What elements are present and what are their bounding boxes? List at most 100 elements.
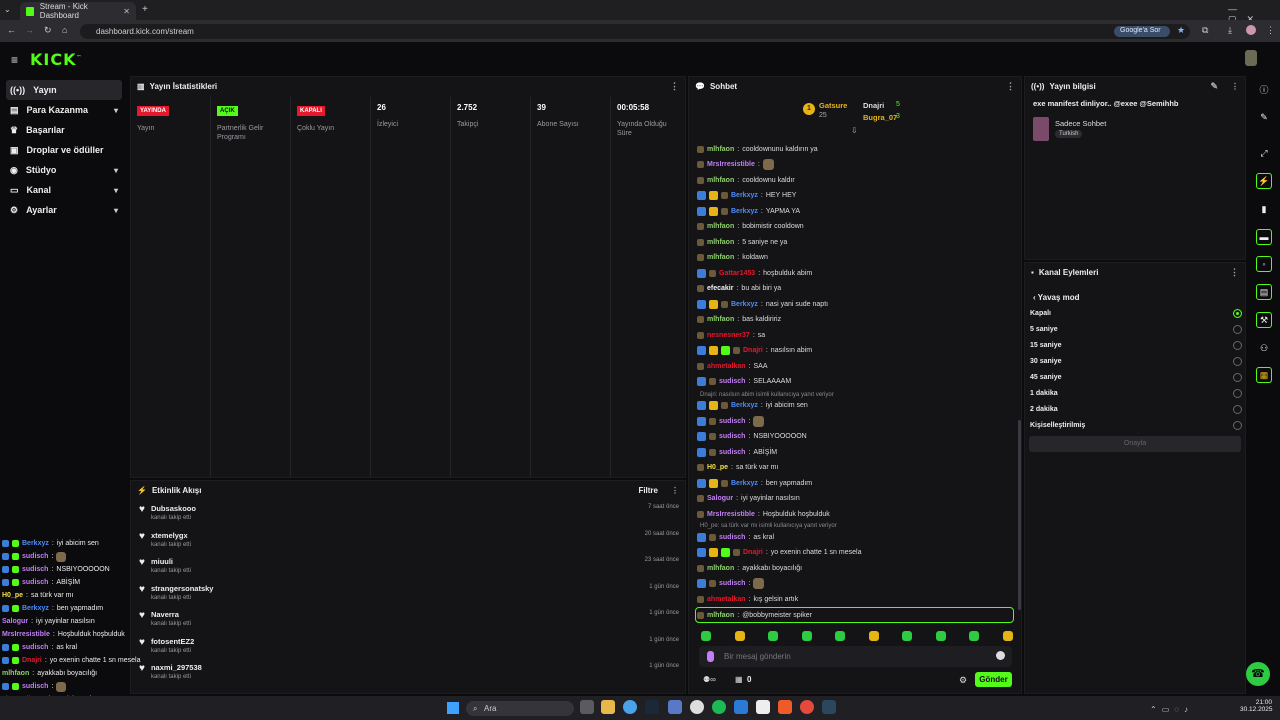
back-icon[interactable]: ← <box>7 25 16 35</box>
radio-button[interactable] <box>1233 404 1242 414</box>
activity-user[interactable]: xtemelygx <box>151 531 191 540</box>
chat-input-placeholder[interactable]: Bir mesaj gönderin <box>724 652 791 661</box>
chat-username[interactable]: Dnajri <box>743 347 763 354</box>
info-icon[interactable]: ⓘ <box>1256 81 1272 97</box>
activity-user[interactable]: naxmi_297538 <box>151 663 202 672</box>
task-view-icon[interactable] <box>580 700 594 714</box>
forward-icon[interactable]: → <box>25 25 34 35</box>
notion-icon[interactable] <box>756 700 770 714</box>
slow-mode-option[interactable]: 2 dakika <box>1030 401 1242 417</box>
chat-username[interactable]: sudisch <box>719 378 745 385</box>
chat-username[interactable]: mlhfaon <box>707 239 734 246</box>
floating-help-button[interactable]: ☎ <box>1246 662 1270 686</box>
activity-user[interactable]: Dubsaskooo <box>151 504 196 513</box>
edit-icon[interactable]: ✎ <box>1210 81 1218 92</box>
vscode-icon[interactable] <box>734 700 748 714</box>
slow-mode-back[interactable]: ‹ Yavaş mod <box>1033 293 1080 302</box>
profile-avatar[interactable] <box>1246 25 1256 35</box>
activity-user[interactable]: strangersonatsky <box>151 584 214 593</box>
chat-username[interactable]: mlhfaon <box>707 146 734 153</box>
radio-button[interactable] <box>1233 324 1242 334</box>
activity-row[interactable]: ♥ strangersonatsky kanalı takip etti 1 gün … <box>131 579 685 606</box>
chat-users-icon[interactable]: ⚉∞ <box>703 675 716 684</box>
expand-icon[interactable]: ⤢ <box>1256 145 1272 161</box>
chat-username[interactable]: sudisch <box>719 433 745 440</box>
chat-username[interactable]: Berkxyz <box>731 480 758 487</box>
extensions-icon[interactable]: ⧉ <box>1202 25 1208 36</box>
activity-row[interactable]: ♥ xtemelygx kanalı takip etti 20 saat önce <box>131 526 685 553</box>
send-button[interactable]: Gönder <box>975 672 1012 687</box>
slow-mode-option[interactable]: Kapalı <box>1030 305 1242 321</box>
expand-leaderboard-icon[interactable]: ⇩ <box>851 126 858 135</box>
chat-settings-icon[interactable]: ⚙ <box>959 675 967 686</box>
chat-username[interactable]: nesnesner37 <box>707 332 750 339</box>
chat-username[interactable]: Salogur <box>707 495 733 502</box>
file-explorer-icon[interactable] <box>601 700 615 714</box>
leader-3-name[interactable]: Bugra_07 <box>863 113 897 122</box>
emoji-picker-icon[interactable] <box>996 651 1005 660</box>
steam-2-icon[interactable] <box>822 700 836 714</box>
activity-user[interactable]: miuuli <box>151 557 191 566</box>
spotify-icon[interactable] <box>712 700 726 714</box>
download-icon[interactable]: ⤓ <box>1228 25 1232 36</box>
close-tab-icon[interactable]: ✕ <box>123 7 130 16</box>
chat-username[interactable]: efecakir <box>707 285 733 292</box>
radio-button[interactable] <box>1233 356 1242 366</box>
activity-row[interactable]: ♥ naxmi_297538 kanalı takip etti 1 gün önce <box>131 658 685 685</box>
slow-mode-option[interactable]: 15 saniye <box>1030 337 1242 353</box>
emote-icon[interactable] <box>868 631 879 641</box>
chat-username[interactable]: Dnajri <box>743 549 763 556</box>
activity-row[interactable]: ♥ miuuli kanalı takip etti 23 saat önce <box>131 552 685 579</box>
activity-user[interactable]: fotosentEZ2 <box>151 637 194 646</box>
slow-mode-option[interactable]: 30 saniye <box>1030 353 1242 369</box>
emote-icon[interactable] <box>768 631 778 641</box>
document-icon[interactable]: ▮ <box>1256 201 1272 217</box>
gift-icon[interactable]: ▦ <box>735 675 743 684</box>
filter-button[interactable]: Filtre <box>638 486 658 495</box>
chat-username[interactable]: sudisch <box>719 580 745 587</box>
github-icon[interactable] <box>690 700 704 714</box>
chat-username[interactable]: ahmetalkan <box>707 363 746 370</box>
radio-button[interactable] <box>1233 372 1242 382</box>
system-tray-icons[interactable]: ⌃▭◌♪ <box>1150 705 1193 714</box>
brave-icon[interactable] <box>778 700 792 714</box>
more-options-icon[interactable]: ⋮ <box>1006 81 1015 92</box>
emote-icon[interactable] <box>1002 631 1013 641</box>
more-options-icon[interactable]: ⋮ <box>670 81 679 92</box>
broadcast-toggle-icon[interactable]: ◦ <box>1256 256 1272 272</box>
clock[interactable]: 21:00 30.12.2025 <box>1240 699 1273 713</box>
activity-row[interactable]: ♥ Dubsaskooo kanalı takip etti 7 saat önce <box>131 499 685 526</box>
activity-user[interactable]: Naverra <box>151 610 191 619</box>
chat-username[interactable]: mlhfaon <box>707 316 734 323</box>
reload-icon[interactable]: ↻ <box>44 25 52 36</box>
layout-icon[interactable]: ▤ <box>1256 284 1272 300</box>
emote-icon[interactable] <box>835 631 845 641</box>
chat-username[interactable]: mlhfaon <box>707 223 734 230</box>
chat-username[interactable]: mlhfaon <box>707 565 734 572</box>
radio-button[interactable] <box>1233 308 1242 318</box>
radio-button[interactable] <box>1233 388 1242 398</box>
chat-username[interactable]: mlhfaon <box>707 177 734 184</box>
users-icon[interactable]: ⚇ <box>1256 340 1272 356</box>
leader-1-name[interactable]: Gatsure <box>819 101 847 110</box>
bookmark-star-icon[interactable]: ★ <box>1177 25 1185 36</box>
chat-icon[interactable]: ▬ <box>1256 229 1272 245</box>
windows-start-icon[interactable] <box>447 702 459 714</box>
sidebar-item-monetization[interactable]: ▤ Para Kazanma ▾ <box>0 100 128 120</box>
chat-username[interactable]: sudisch <box>719 534 745 541</box>
confirm-button[interactable]: Onayla <box>1029 436 1241 452</box>
hamburger-menu-icon[interactable]: ≡ <box>11 53 18 67</box>
activity-row[interactable]: ♥ Naverra kanalı takip etti 1 gün önce <box>131 605 685 632</box>
chat-username[interactable]: MrsIrresistible <box>707 511 755 518</box>
emote-icon[interactable] <box>969 631 979 641</box>
chat-username[interactable]: Berkxyz <box>731 402 758 409</box>
browser-menu-icon[interactable]: ⋮ <box>1266 25 1275 36</box>
sidebar-item-settings[interactable]: ⚙ Ayarlar ▾ <box>0 200 128 220</box>
activity-row[interactable]: ♥ fotosentEZ2 kanalı takip etti 1 gün önce <box>131 632 685 659</box>
chat-username[interactable]: MrsIrresistible <box>707 161 755 168</box>
emote-icon[interactable] <box>902 631 912 641</box>
chrome-active-icon[interactable] <box>800 700 814 714</box>
radio-button[interactable] <box>1233 420 1242 430</box>
emote-icon[interactable] <box>701 631 711 641</box>
chat-username[interactable]: sudisch <box>719 418 745 425</box>
